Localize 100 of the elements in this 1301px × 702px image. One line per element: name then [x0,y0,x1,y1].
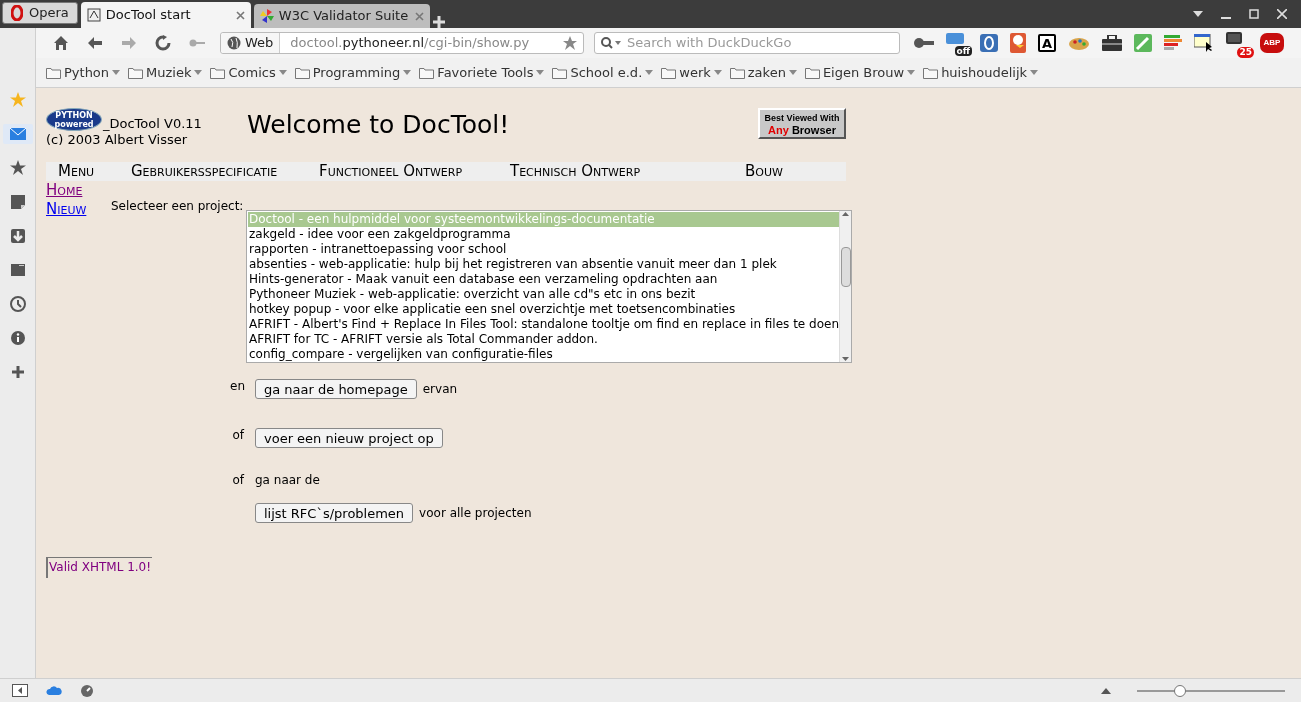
window-icon [9,262,26,278]
python-powered-logo[interactable]: PYTHON powered [46,108,102,131]
scrollbar-thumb[interactable] [840,246,851,287]
address-bar[interactable]: Web doctool.pythoneer.nl/cgi-bin/show.py [220,32,584,54]
search-box[interactable]: Search with DuckDuckGo [594,32,900,54]
pinwheel-favicon-icon [259,9,274,23]
star-icon[interactable] [563,36,577,50]
bookmark-folder[interactable]: zaken [729,62,797,83]
action-button[interactable]: lijst RFC`s/problemen [255,503,414,523]
caret-up-icon[interactable] [1101,687,1111,694]
scheme-label: Web [245,34,274,53]
zoom-slider[interactable] [1137,684,1285,697]
instruction-text: ga naar de [255,472,320,489]
url-text: doctool.pythoneer.nl/cgi-bin/show.py [289,34,531,53]
info-icon [9,330,26,346]
caret-down-icon[interactable] [1193,11,1203,17]
close-icon[interactable] [235,10,245,20]
window-cursor-icon[interactable] [1194,34,1214,52]
list-option[interactable]: Hints-generator - Maak vanuit een database een verzameling opdrachten aan [248,272,839,287]
caret-down-icon [713,70,722,75]
folder-icon [419,66,435,79]
browser-tab[interactable]: DocTool start [80,2,251,28]
page-heading: Welcome to DocTool! [247,110,510,140]
star-icon [9,160,26,176]
menu-item[interactable]: Functioneel Ontwerp [319,162,463,181]
new-tab-icon[interactable] [432,16,445,28]
speedometer-icon[interactable] [80,683,94,698]
scroll-up-icon[interactable] [842,212,849,216]
list-option[interactable]: absenties - web-applicatie: hulp bij het registreren van absentie vanuit meer dan 1 plek [248,257,839,272]
action-button[interactable]: ga naar de homepage [255,379,417,399]
folder-icon [210,66,226,79]
bookmark-folder[interactable]: Comics [210,62,287,83]
caret-down-icon [536,70,545,75]
o-square-icon[interactable] [980,34,998,52]
font-extension-button[interactable]: A [1038,34,1056,52]
plus-icon [9,364,26,380]
folder-icon [804,66,820,79]
list-option[interactable]: AFRIFT - Albert's Find + Replace In Files Tool: standalone tooltje om find en replace in files te doen [248,317,839,332]
palette-icon[interactable] [1068,35,1090,51]
toolbox-icon[interactable] [1102,35,1122,51]
bookmark-folder[interactable]: Favoriete Tools [419,62,545,83]
panel-toggle-icon[interactable] [12,684,28,697]
folder-icon [552,66,568,79]
key-icon[interactable] [914,37,934,49]
menu-item[interactable]: Gebruikersspecificatie [131,162,278,181]
after-text: ervan [422,381,458,398]
nav-link[interactable]: Nieuw [46,200,87,219]
action-button[interactable]: voer een nieuw project op [255,428,443,448]
folder-icon [729,66,745,79]
project-listbox[interactable] [246,210,852,363]
list-option[interactable]: rapporten - intranettoepassing voor school [248,242,839,257]
opera-logo-icon [11,5,23,21]
bookmark-folder[interactable]: huishoudelijk [923,62,1039,83]
scrollbar[interactable] [839,211,851,362]
maximize-icon[interactable] [1249,9,1259,19]
back-arrow-icon[interactable] [87,35,103,51]
bookmark-folder[interactable]: Python [46,62,121,83]
color-bars-icon[interactable] [1164,35,1182,51]
bookmark-folder[interactable]: School e.d. [552,62,654,83]
nav-link[interactable]: Home [46,181,83,200]
opera-menu-button[interactable]: Opera [2,2,78,24]
menu-item[interactable]: Technisch Ontwerp [510,162,641,181]
globe-icon [227,36,241,50]
scroll-down-icon[interactable] [842,357,849,361]
reload-icon[interactable] [155,35,171,51]
adblock-button[interactable]: ABP [1260,33,1284,53]
list-option[interactable]: zakgeld - idee voor een zakgeldprogramma [248,227,839,242]
search-field[interactable]: Search with DuckDuckGo [627,33,893,53]
sidebar-button[interactable] [2,124,33,144]
bookmark-folder[interactable]: Muziek [128,62,203,83]
folder-icon [294,66,310,79]
tab-title: W3C Validator Suite [278,7,410,26]
valid-xhtml-badge[interactable]: Valid XHTML 1.0! [46,557,153,578]
list-option[interactable]: config_compare - vergelijken van configuratie-files [248,347,839,362]
bookmark-folder[interactable]: Programming [294,62,412,83]
browser-tab[interactable]: W3C Validator Suite [253,4,430,28]
caret-down-icon [194,70,203,75]
cloud-icon[interactable] [46,685,62,696]
menu-item[interactable]: Menu [58,162,95,181]
menu-item[interactable]: Bouw [745,162,783,181]
list-option[interactable]: Pythoneer Muziek - web-applicatie: overzicht van alle cd"s etc in ons bezit [248,287,839,302]
folder-icon [46,66,61,79]
caret-down-icon [403,70,412,75]
home-icon[interactable] [53,35,69,51]
list-option[interactable]: AFRIFT for TC - AFRIFT versie als Total Commander addon. [248,332,839,347]
any-browser-badge[interactable]: Best Viewed With Any Browser [758,108,846,139]
note-icon [9,194,26,210]
mail-icon [9,126,26,142]
list-option[interactable]: hotkey popup - voor elke applicatie een snel overzichtje met toetsencombinaties [248,302,839,317]
caret-down-icon [112,70,121,75]
connector-text: of [232,472,245,489]
search-engine-icon[interactable] [601,37,621,49]
bookmark-folder[interactable]: Eigen Brouw [804,62,916,83]
bookmark-folder[interactable]: werk [661,62,722,83]
select-label: Selecteer een project: [111,199,244,213]
version-text: _DocTool V0.11 [103,116,202,131]
slider-thumb[interactable] [1173,684,1186,697]
connector-text: en [230,378,245,395]
star-icon [9,92,26,108]
badge-count: 25 [1237,47,1254,58]
